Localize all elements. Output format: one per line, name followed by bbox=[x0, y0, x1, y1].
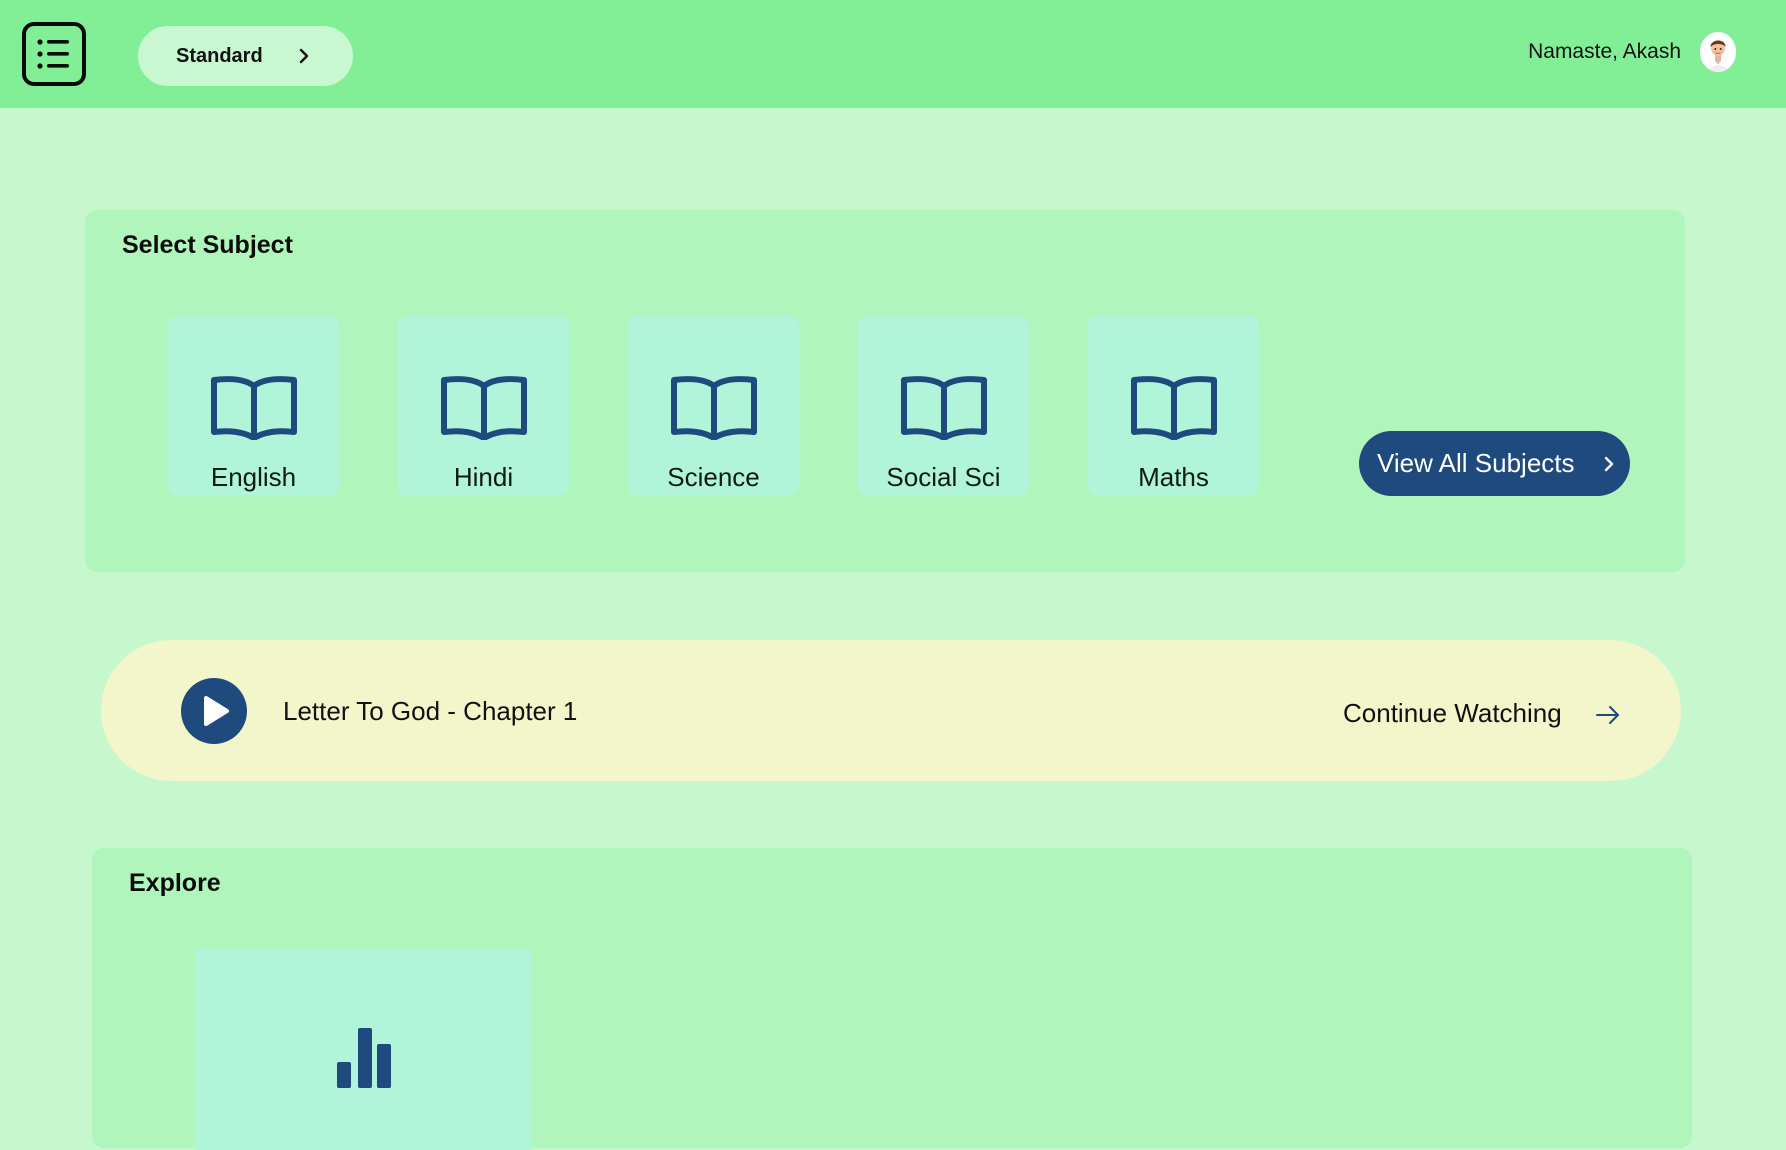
subject-card-science[interactable]: Science bbox=[628, 316, 799, 496]
subject-card-english[interactable]: English bbox=[168, 316, 339, 496]
open-book-icon bbox=[1131, 376, 1217, 440]
continue-watching-link[interactable]: Continue Watching bbox=[1343, 698, 1562, 729]
chevron-right-icon bbox=[299, 48, 309, 64]
subject-card-hindi[interactable]: Hindi bbox=[398, 316, 569, 496]
open-book-icon bbox=[441, 376, 527, 440]
view-all-subjects-label: View All Subjects bbox=[1377, 448, 1575, 478]
subject-card-social-sci[interactable]: Social Sci bbox=[858, 316, 1029, 496]
subject-card-maths[interactable]: Maths bbox=[1088, 316, 1259, 496]
view-all-subjects-button[interactable]: View All Subjects bbox=[1359, 431, 1630, 496]
continue-watching-bar: Letter To God - Chapter 1 Continue Watch… bbox=[101, 640, 1681, 781]
open-book-icon bbox=[901, 376, 987, 440]
bar-chart-icon bbox=[337, 1028, 391, 1088]
greeting-text: Namaste, Akash bbox=[1528, 40, 1681, 63]
subject-label: Hindi bbox=[453, 462, 514, 492]
subject-label: Maths bbox=[1138, 462, 1209, 492]
subject-label: Social Sci bbox=[886, 462, 1001, 492]
open-book-icon bbox=[671, 376, 757, 440]
top-bar: Standard Namaste, Akash bbox=[0, 0, 1786, 108]
standard-selector-button[interactable]: Standard bbox=[138, 26, 353, 86]
play-icon bbox=[204, 696, 229, 726]
explore-card[interactable] bbox=[195, 950, 532, 1150]
subject-label: Science bbox=[667, 462, 760, 492]
explore-panel: Explore bbox=[92, 848, 1692, 1150]
play-button[interactable] bbox=[181, 678, 247, 744]
explore-title: Explore bbox=[129, 869, 221, 897]
arrow-right-icon[interactable] bbox=[1595, 704, 1621, 726]
list-menu-icon[interactable] bbox=[22, 22, 86, 86]
user-avatar[interactable] bbox=[1700, 32, 1736, 72]
subject-label: English bbox=[210, 462, 297, 492]
select-subject-title: Select Subject bbox=[122, 231, 293, 259]
select-subject-panel: Select Subject English Hindi Science Soc… bbox=[85, 210, 1685, 572]
standard-label: Standard bbox=[176, 44, 263, 67]
lesson-title: Letter To God - Chapter 1 bbox=[283, 696, 578, 726]
chevron-right-icon bbox=[1604, 456, 1614, 472]
open-book-icon bbox=[211, 376, 297, 440]
